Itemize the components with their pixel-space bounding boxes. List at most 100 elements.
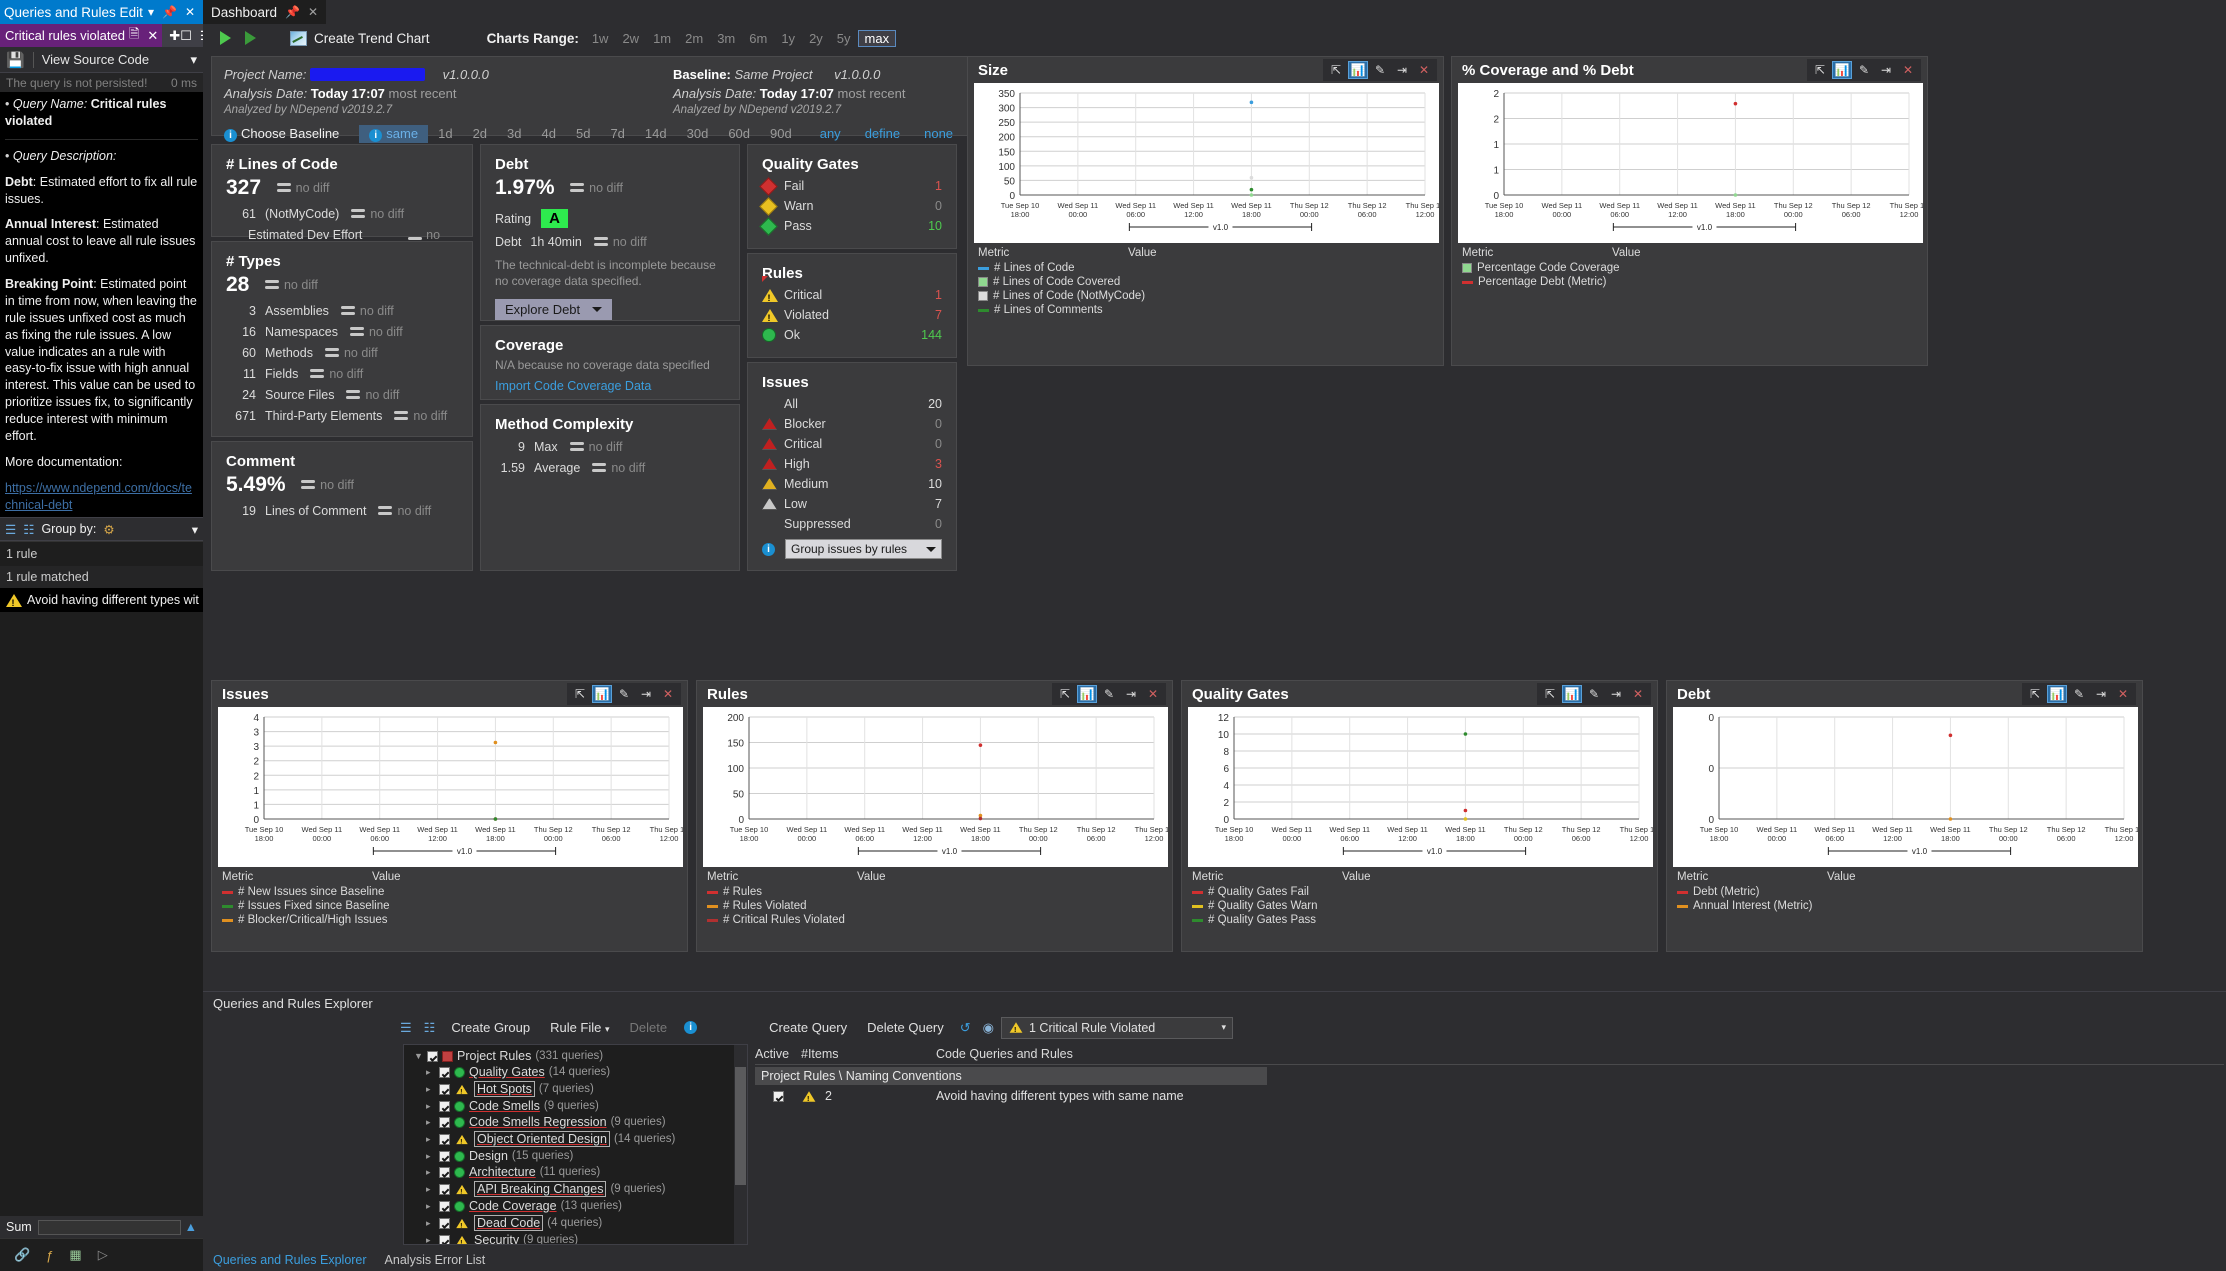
- baseline-button-5d[interactable]: 5d: [566, 125, 600, 142]
- range-button-1m[interactable]: 1m: [646, 30, 678, 47]
- chart-view-icon[interactable]: 📊: [1348, 61, 1368, 79]
- expand-icon[interactable]: ▼: [414, 1051, 423, 1061]
- create-trend-chart-button[interactable]: Create Trend Chart: [283, 26, 437, 50]
- chart-plot-issues[interactable]: 01122334Tue Sep 1018:00Wed Sep 1100:00We…: [218, 707, 681, 867]
- tab-dashboard[interactable]: Dashboard 📌 ✕: [203, 0, 326, 24]
- navigate-icon[interactable]: ⇥: [1606, 685, 1626, 703]
- close-icon[interactable]: ✕: [2113, 685, 2133, 703]
- cursor-icon[interactable]: ⇱: [2025, 685, 2045, 703]
- baseline-button-90d[interactable]: 90d: [760, 125, 802, 142]
- baseline-button-4d[interactable]: 4d: [532, 125, 566, 142]
- expand-icon[interactable]: ▸: [426, 1151, 435, 1162]
- legend-item[interactable]: Debt (Metric): [1677, 886, 2132, 898]
- chart-plot-coverage_debt[interactable]: 01122Tue Sep 1018:00Wed Sep 1100:00Wed S…: [1458, 83, 1921, 243]
- legend-item[interactable]: # Critical Rules Violated: [707, 914, 1162, 926]
- rules-tree[interactable]: ▼Project Rules(331 queries)▸Quality Gate…: [403, 1044, 748, 1245]
- query-subtab[interactable]: Critical rules violated 🗎 ✕ ✚☐ ☰: [0, 24, 203, 47]
- tree-checkbox[interactable]: [439, 1184, 450, 1195]
- legend-item[interactable]: Percentage Debt (Metric): [1462, 276, 1917, 288]
- chart-plot-quality_gates[interactable]: 024681012Tue Sep 1018:00Wed Sep 1100:00W…: [1188, 707, 1651, 867]
- info-icon[interactable]: i: [684, 1021, 697, 1034]
- status-tab-analysis-error-list[interactable]: Analysis Error List: [385, 1253, 486, 1267]
- tree-checkbox[interactable]: [439, 1201, 450, 1212]
- tree-checkbox[interactable]: [439, 1084, 450, 1095]
- tree-checkbox[interactable]: [439, 1167, 450, 1178]
- critical-rule-filter-dropdown[interactable]: 1 Critical Rule Violated ▾: [1001, 1017, 1233, 1039]
- pin-icon[interactable]: 📌: [158, 5, 181, 19]
- baseline-button-3d[interactable]: 3d: [497, 125, 531, 142]
- range-button-max[interactable]: max: [858, 30, 897, 47]
- close-icon[interactable]: ✕: [1414, 61, 1434, 79]
- navigate-icon[interactable]: ⇥: [1392, 61, 1412, 79]
- edit-icon[interactable]: ✎: [1099, 685, 1119, 703]
- legend-item[interactable]: # New Issues since Baseline: [222, 886, 677, 898]
- tree-item-architecture[interactable]: ▸Architecture(11 queries): [404, 1164, 747, 1180]
- rule-row[interactable]: Critical1: [762, 288, 942, 302]
- issue-row[interactable]: Suppressed0: [762, 517, 942, 531]
- choose-baseline-button[interactable]: iChoose Baseline: [224, 126, 339, 142]
- expand-icon[interactable]: ▸: [426, 1235, 435, 1246]
- range-button-2w[interactable]: 2w: [615, 30, 646, 47]
- chart-plot-rules[interactable]: 050100150200Tue Sep 1018:00Wed Sep 1100:…: [703, 707, 1166, 867]
- edit-icon[interactable]: ✎: [614, 685, 634, 703]
- left-panel-tabbar[interactable]: Queries and Rules Edit -... ▾ 📌 ✕: [0, 0, 203, 24]
- chart-plot-size[interactable]: 050100150200250300350Tue Sep 1018:00Wed …: [974, 83, 1437, 243]
- legend-item[interactable]: # Lines of Code Covered: [978, 276, 1433, 288]
- tree-item-code-smells-regression[interactable]: ▸Code Smells Regression(9 queries): [404, 1114, 747, 1130]
- expand-icon[interactable]: ▸: [426, 1134, 435, 1145]
- navigate-icon[interactable]: ⇥: [1121, 685, 1141, 703]
- tree-checkbox[interactable]: [439, 1101, 450, 1112]
- legend-item[interactable]: # Blocker/Critical/High Issues: [222, 914, 677, 926]
- baseline-link-none[interactable]: none: [912, 125, 965, 142]
- cursor-icon[interactable]: ⇱: [1810, 61, 1830, 79]
- documentation-link[interactable]: https://www.ndepend.com/docs/technical-d…: [5, 480, 198, 514]
- legend-item[interactable]: # Quality Gates Fail: [1192, 886, 1647, 898]
- legend-item[interactable]: Annual Interest (Metric): [1677, 900, 2132, 912]
- tree-item-code-smells[interactable]: ▸Code Smells(9 queries): [404, 1098, 747, 1114]
- navigate-icon[interactable]: ⇥: [1876, 61, 1896, 79]
- navigate-icon[interactable]: ⇥: [2091, 685, 2111, 703]
- chart-plot-debt[interactable]: 000Tue Sep 1018:00Wed Sep 1100:00Wed Sep…: [1673, 707, 2136, 867]
- chart-view-icon[interactable]: 📊: [1562, 685, 1582, 703]
- create-group-button[interactable]: Create Group: [442, 1018, 539, 1037]
- cursor-icon[interactable]: ⇱: [1055, 685, 1075, 703]
- baseline-link-any[interactable]: any: [808, 125, 853, 142]
- baseline-link-define[interactable]: define: [853, 125, 912, 142]
- function-icon[interactable]: ƒ: [46, 1248, 53, 1263]
- import-code-coverage-link[interactable]: Import Code Coverage Data: [495, 379, 725, 393]
- tree-checkbox[interactable]: [439, 1235, 450, 1246]
- issue-row[interactable]: Medium10: [762, 477, 942, 491]
- navigate-icon[interactable]: ⇥: [636, 685, 656, 703]
- edit-icon[interactable]: ✎: [1854, 61, 1874, 79]
- table-row[interactable]: 2 Avoid having different types with same…: [755, 1085, 2224, 1107]
- tree-view-icon[interactable]: ☷: [23, 522, 34, 537]
- rule-row[interactable]: Violated7: [762, 308, 942, 322]
- link-icon[interactable]: 🔗: [14, 1247, 30, 1263]
- list-view-icon[interactable]: ☰: [5, 522, 16, 537]
- rule-row[interactable]: Ok144: [762, 328, 942, 342]
- tree-checkbox[interactable]: [439, 1134, 450, 1145]
- edit-icon[interactable]: ✎: [1370, 61, 1390, 79]
- expand-icon[interactable]: ▸: [426, 1084, 435, 1095]
- legend-item[interactable]: # Quality Gates Pass: [1192, 914, 1647, 926]
- quality-gate-row[interactable]: Warn0: [762, 199, 942, 213]
- new-query-icon[interactable]: ✚☐: [165, 28, 196, 44]
- range-button-6m[interactable]: 6m: [742, 30, 774, 47]
- close-icon[interactable]: ✕: [308, 5, 318, 19]
- tree-scroll-thumb[interactable]: [735, 1067, 746, 1185]
- close-icon[interactable]: ✕: [1628, 685, 1648, 703]
- legend-item[interactable]: Percentage Code Coverage: [1462, 262, 1917, 274]
- tree-item-dead-code[interactable]: ▸Dead Code(4 queries): [404, 1214, 747, 1232]
- query-subtab-title[interactable]: Critical rules violated: [5, 28, 125, 43]
- legend-item[interactable]: # Issues Fixed since Baseline: [222, 900, 677, 912]
- pin-icon[interactable]: 📌: [285, 5, 300, 19]
- tree-item-design[interactable]: ▸Design(15 queries): [404, 1148, 747, 1164]
- close-icon[interactable]: ✕: [1143, 685, 1163, 703]
- baseline-button-14d[interactable]: 14d: [635, 125, 677, 142]
- range-button-1y[interactable]: 1y: [774, 30, 802, 47]
- run-analysis-button[interactable]: [213, 26, 238, 50]
- issue-row[interactable]: All20: [762, 397, 942, 411]
- tree-item-security[interactable]: ▸Security(9 queries): [404, 1232, 747, 1245]
- group-issues-select[interactable]: Group issues by rules: [785, 539, 942, 559]
- cursor-icon[interactable]: ⇱: [1326, 61, 1346, 79]
